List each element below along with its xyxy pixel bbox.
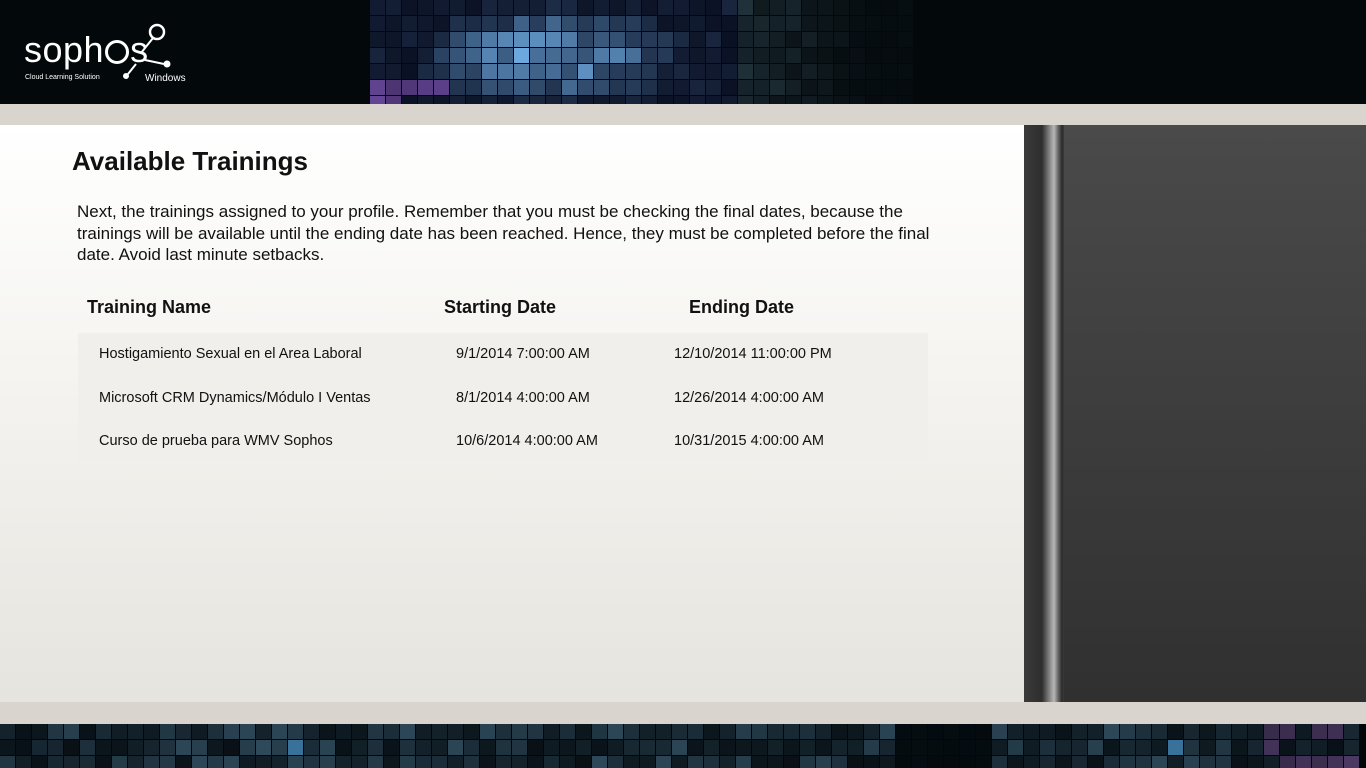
training-start-date: 10/6/2014 4:00:00 AM — [456, 433, 598, 449]
column-header-ending-date: Ending Date — [689, 297, 795, 317]
training-name: Microsoft CRM Dynamics/Módulo I Ventas — [99, 390, 371, 406]
training-end-date: 12/26/2014 4:00:00 AM — [674, 390, 824, 406]
logo-wordmark: soph s — [24, 29, 149, 70]
logo-platform: Windows — [145, 73, 186, 84]
logo-tagline: Cloud Learning Solution — [25, 74, 100, 81]
training-row[interactable]: Curso de prueba para WMV Sophos 10/6/201… — [78, 420, 928, 463]
training-start-date: 8/1/2014 4:00:00 AM — [456, 390, 590, 406]
page-title: Available Trainings — [72, 146, 309, 176]
app-footer — [0, 724, 1366, 768]
trainings-list: Hostigamiento Sexual en el Area Laboral … — [78, 333, 928, 461]
footer-mosaic-decoration — [0, 724, 1366, 768]
training-name: Curso de prueba para WMV Sophos — [99, 433, 333, 449]
header-mosaic-decoration — [370, 0, 913, 104]
training-name: Hostigamiento Sexual en el Area Laboral — [99, 346, 362, 362]
side-panel-edge — [1024, 125, 1064, 702]
column-header-starting-date: Starting Date — [444, 297, 557, 317]
training-start-date: 9/1/2014 7:00:00 AM — [456, 346, 590, 362]
app-header: soph s Cloud Learning Solution Windows — [0, 0, 1366, 104]
side-panel — [1024, 125, 1366, 702]
training-row[interactable]: Hostigamiento Sexual en el Area Laboral … — [78, 333, 928, 376]
bottom-separator-band — [0, 702, 1366, 724]
top-separator-band — [0, 104, 1366, 125]
training-end-date: 12/10/2014 11:00:00 PM — [674, 346, 832, 362]
page-description: Next, the trainings assigned to your pro… — [77, 202, 930, 264]
training-row[interactable]: Microsoft CRM Dynamics/Módulo I Ventas 8… — [78, 377, 928, 420]
training-end-date: 10/31/2015 4:00:00 AM — [674, 433, 824, 449]
column-header-training-name: Training Name — [87, 297, 212, 317]
sophos-logo: soph s Cloud Learning Solution Windows — [24, 22, 194, 86]
